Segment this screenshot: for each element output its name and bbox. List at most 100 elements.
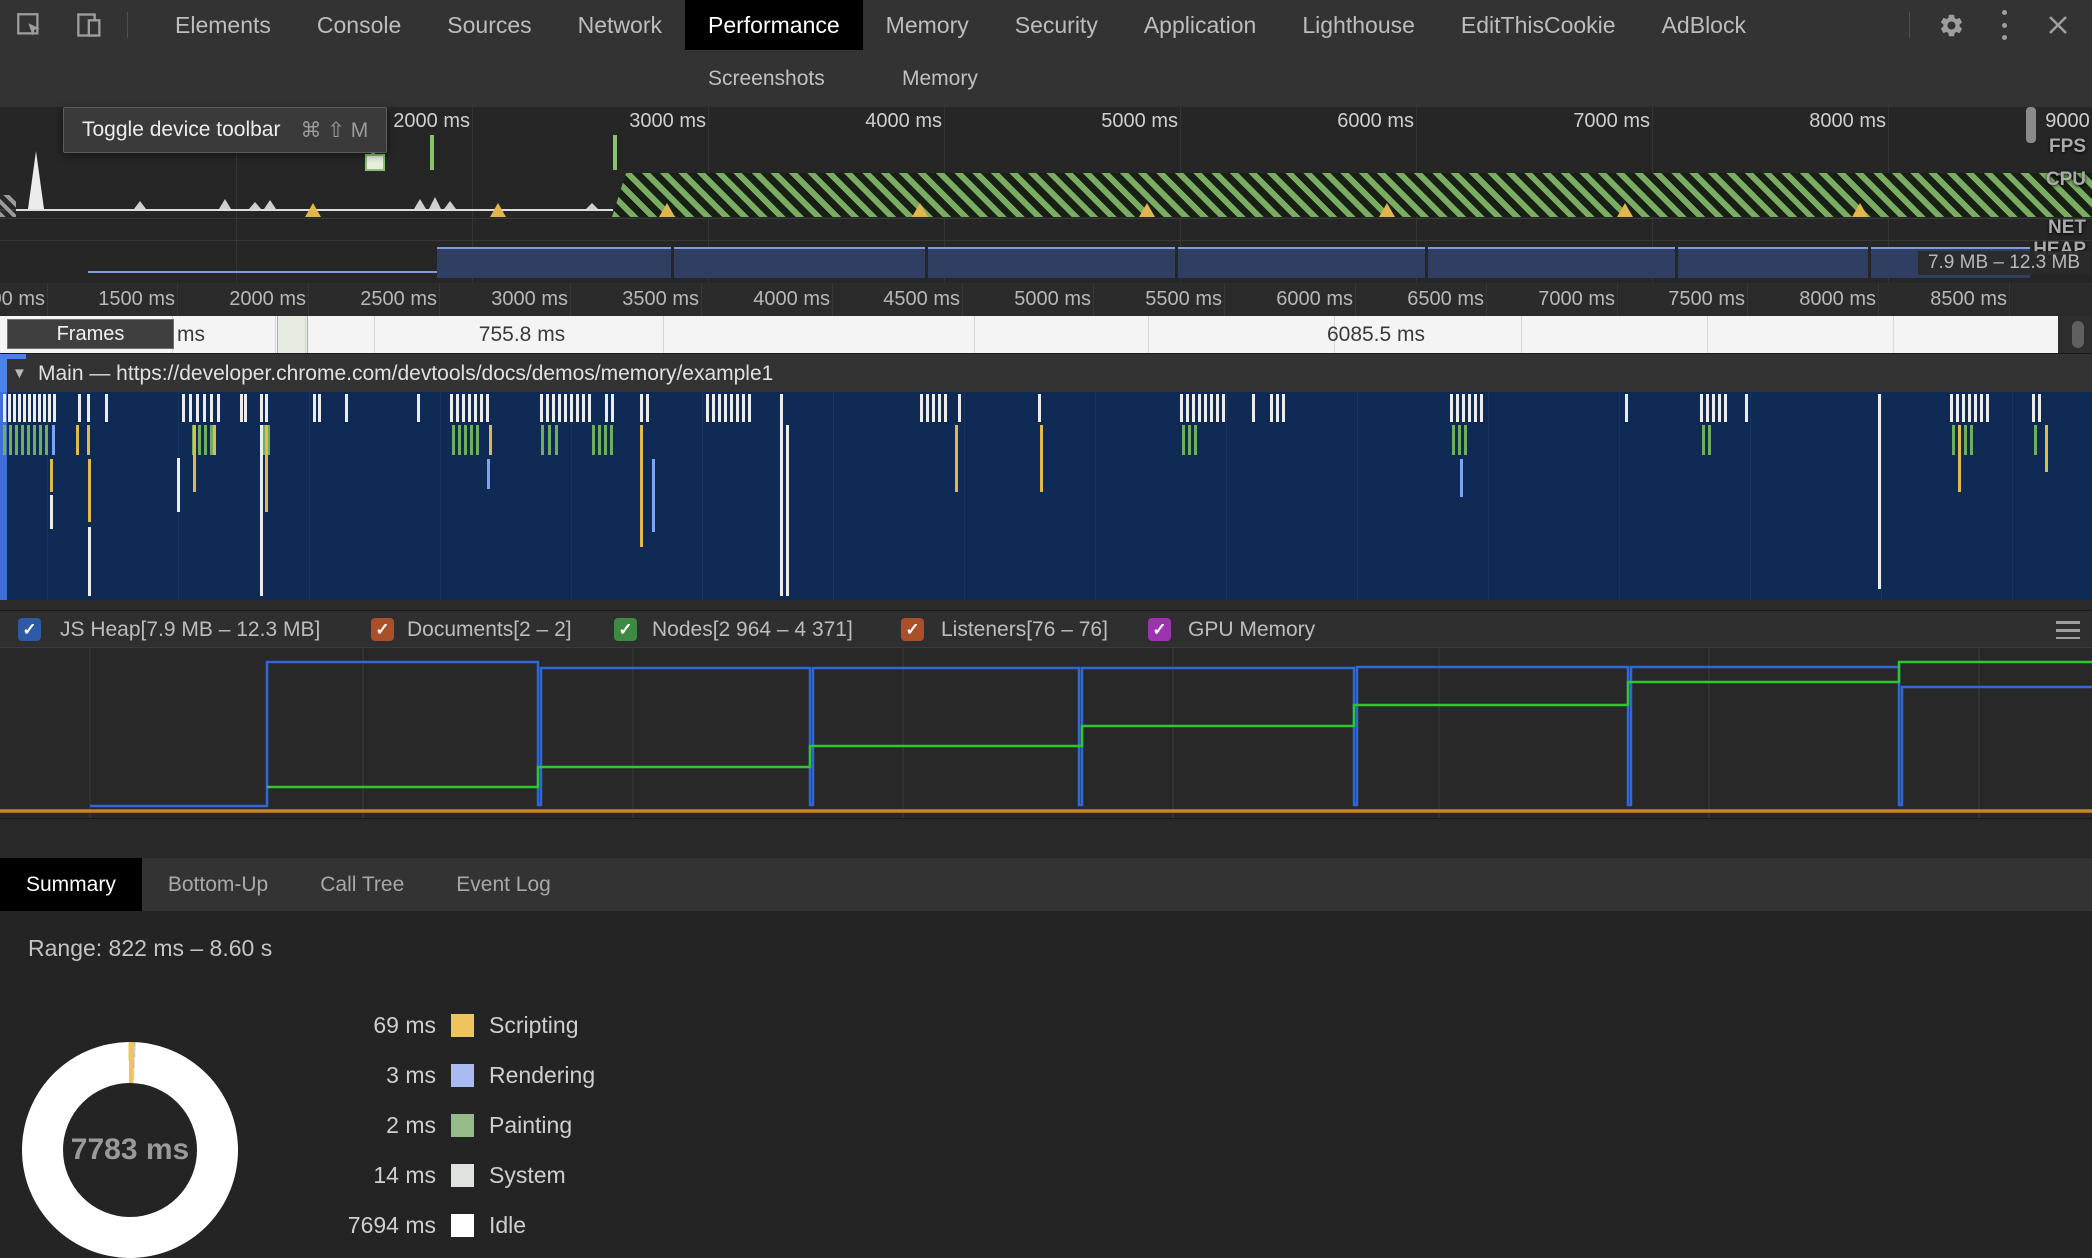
flame-call-column[interactable]: [786, 425, 789, 596]
flame-event-bar[interactable]: [1450, 394, 1453, 422]
flame-event-bar[interactable]: [926, 394, 929, 422]
flame-event-bar[interactable]: [204, 425, 207, 455]
flame-event-bar[interactable]: [1952, 425, 1955, 455]
flame-event-bar[interactable]: [546, 394, 549, 422]
flame-event-bar[interactable]: [576, 394, 579, 422]
counter-checkbox-0[interactable]: ✓: [18, 618, 41, 641]
flame-event-bar[interactable]: [33, 394, 36, 422]
flame-event-bar[interactable]: [540, 394, 543, 422]
flame-call-column[interactable]: [640, 425, 643, 547]
flame-event-bar[interactable]: [78, 394, 81, 422]
frames-scrollbar[interactable]: [2058, 316, 2092, 353]
flame-event-bar[interactable]: [450, 394, 453, 422]
flame-call-column[interactable]: [260, 425, 263, 596]
flame-call-column[interactable]: [1460, 459, 1463, 497]
flame-event-bar[interactable]: [468, 394, 471, 422]
flame-event-bar[interactable]: [452, 425, 455, 455]
flame-event-bar[interactable]: [718, 394, 721, 422]
flame-event-bar[interactable]: [43, 394, 46, 422]
flame-event-bar[interactable]: [1204, 394, 1207, 422]
flame-event-bar[interactable]: [318, 394, 321, 422]
flame-event-bar[interactable]: [1745, 394, 1748, 422]
flame-event-bar[interactable]: [611, 394, 614, 422]
inspect-cursor-icon[interactable]: [16, 12, 43, 39]
flame-call-column[interactable]: [2045, 425, 2048, 472]
memory-counters-chart[interactable]: [0, 647, 2092, 819]
tab-editthiscookie[interactable]: EditThisCookie: [1438, 0, 1639, 50]
counter-checkbox-3[interactable]: ✓: [901, 618, 924, 641]
flame-event-bar[interactable]: [1198, 394, 1201, 422]
flame-event-bar[interactable]: [1188, 425, 1191, 455]
flame-event-bar[interactable]: [592, 425, 595, 455]
flame-event-bar[interactable]: [23, 394, 26, 422]
flame-event-bar[interactable]: [9, 425, 12, 455]
flame-event-bar[interactable]: [748, 394, 751, 422]
flame-event-bar[interactable]: [53, 394, 56, 422]
flame-event-bar[interactable]: [265, 394, 268, 422]
flame-call-column[interactable]: [1958, 425, 1961, 492]
flame-event-bar[interactable]: [1252, 394, 1255, 422]
flame-event-bar[interactable]: [548, 425, 551, 455]
flame-event-bar[interactable]: [1182, 425, 1185, 455]
flame-event-bar[interactable]: [1970, 425, 1973, 455]
flame-event-bar[interactable]: [736, 394, 739, 422]
flame-event-bar[interactable]: [2032, 394, 2035, 422]
flame-event-bar[interactable]: [570, 394, 573, 422]
flame-event-bar[interactable]: [1222, 394, 1225, 422]
flame-event-bar[interactable]: [598, 425, 601, 455]
flame-call-column[interactable]: [487, 459, 490, 489]
flame-event-bar[interactable]: [1708, 425, 1711, 455]
flame-event-bar[interactable]: [1964, 425, 1967, 455]
flame-event-bar[interactable]: [541, 425, 544, 455]
flame-event-bar[interactable]: [38, 394, 41, 422]
flame-event-bar[interactable]: [345, 394, 348, 422]
flame-event-bar[interactable]: [52, 425, 55, 455]
details-tab-bottom-up[interactable]: Bottom-Up: [142, 858, 294, 911]
flame-event-bar[interactable]: [1980, 394, 1983, 422]
flame-event-bar[interactable]: [1194, 425, 1197, 455]
flame-left-handle[interactable]: [0, 392, 7, 600]
flame-event-bar[interactable]: [588, 394, 591, 422]
flame-event-bar[interactable]: [1718, 394, 1721, 422]
tab-security[interactable]: Security: [992, 0, 1121, 50]
flame-event-bar[interactable]: [958, 394, 961, 422]
flame-event-bar[interactable]: [260, 394, 263, 422]
flame-call-column[interactable]: [88, 527, 91, 596]
flame-event-bar[interactable]: [1974, 394, 1977, 422]
tab-network[interactable]: Network: [555, 0, 685, 50]
flame-event-bar[interactable]: [464, 425, 467, 455]
tab-application[interactable]: Application: [1121, 0, 1280, 50]
flame-event-bar[interactable]: [1192, 394, 1195, 422]
flame-event-bar[interactable]: [45, 425, 48, 455]
counter-checkbox-4[interactable]: ✓: [1148, 618, 1171, 641]
flame-event-bar[interactable]: [605, 394, 608, 422]
flame-event-bar[interactable]: [1468, 394, 1471, 422]
settings-gear-icon[interactable]: [1938, 12, 1965, 39]
flame-event-bar[interactable]: [8, 394, 11, 422]
flame-event-bar[interactable]: [244, 394, 247, 422]
flame-event-bar[interactable]: [213, 425, 216, 455]
flame-event-bar[interactable]: [474, 394, 477, 422]
flame-event-bar[interactable]: [1456, 394, 1459, 422]
flame-call-column[interactable]: [652, 459, 655, 532]
counter-checkbox-1[interactable]: ✓: [371, 618, 394, 641]
flame-event-bar[interactable]: [1038, 394, 1041, 422]
flame-event-bar[interactable]: [1625, 394, 1628, 422]
flame-event-bar[interactable]: [1216, 394, 1219, 422]
flame-event-bar[interactable]: [1458, 425, 1461, 455]
flame-event-bar[interactable]: [1452, 425, 1455, 455]
flame-event-bar[interactable]: [240, 394, 243, 422]
flame-event-bar[interactable]: [39, 425, 42, 455]
flame-event-bar[interactable]: [3, 425, 6, 455]
flame-event-bar[interactable]: [1276, 394, 1279, 422]
flame-event-bar[interactable]: [87, 394, 90, 422]
details-tab-event-log[interactable]: Event Log: [430, 858, 577, 911]
flame-call-column[interactable]: [50, 495, 53, 529]
flame-event-bar[interactable]: [33, 425, 36, 455]
flame-event-bar[interactable]: [1712, 394, 1715, 422]
flame-event-bar[interactable]: [470, 425, 473, 455]
flame-event-bar[interactable]: [604, 425, 607, 455]
flame-event-bar[interactable]: [105, 394, 108, 422]
flame-event-bar[interactable]: [476, 425, 479, 455]
flame-call-column[interactable]: [1040, 425, 1043, 492]
